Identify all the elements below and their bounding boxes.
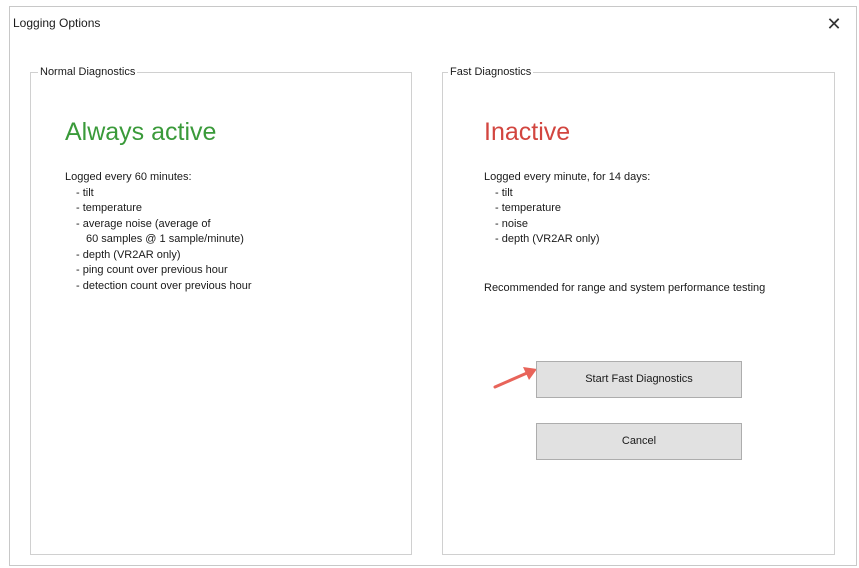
fast-detail-heading: Logged every minute, for 14 days:: [484, 171, 651, 183]
red-arrow-icon: [493, 367, 537, 389]
fast-detail-item: - noise: [495, 217, 529, 230]
normal-details: Logged every 60 minutes: - tilt - temper…: [65, 170, 252, 294]
normal-diagnostics-group: Normal Diagnostics Always active Logged …: [30, 65, 412, 555]
logging-options-dialog: Logging Options ✕ Normal Diagnostics Alw…: [9, 6, 857, 566]
fast-recommendation: Recommended for range and system perform…: [484, 282, 766, 294]
normal-detail-item: - depth (VR2AR only): [76, 248, 181, 261]
fast-detail-item: - depth (VR2AR only): [495, 233, 600, 245]
close-icon[interactable]: ✕: [820, 11, 848, 37]
normal-detail-item: - temperature: [76, 202, 143, 214]
start-fast-diagnostics-button[interactable]: Start Fast Diagnostics: [536, 361, 742, 398]
fast-detail-item: - tilt: [495, 186, 513, 199]
normal-detail-item: - ping count over previous hour: [76, 264, 228, 276]
fast-diagnostics-legend: Fast Diagnostics: [448, 65, 534, 79]
normal-detail-item: - detection count over previous hour: [76, 279, 252, 292]
normal-detail-item: 60 samples @ 1 sample/minute): [86, 233, 244, 245]
window-title: Logging Options: [13, 16, 101, 30]
fast-details: Logged every minute, for 14 days: - tilt…: [484, 170, 650, 248]
fast-status-text: Inactive: [484, 118, 571, 146]
title-bar: Logging Options ✕: [10, 7, 856, 41]
normal-status-text: Always active: [65, 118, 217, 146]
normal-detail-item: - average noise (average of: [76, 217, 211, 230]
cancel-button[interactable]: Cancel: [536, 423, 742, 460]
fast-detail-item: - temperature: [495, 202, 562, 214]
normal-detail-heading: Logged every 60 minutes:: [65, 171, 192, 183]
normal-diagnostics-legend: Normal Diagnostics: [38, 65, 138, 79]
fast-diagnostics-group: Fast Diagnostics Inactive Logged every m…: [442, 65, 835, 555]
normal-detail-item: - tilt: [76, 186, 94, 199]
